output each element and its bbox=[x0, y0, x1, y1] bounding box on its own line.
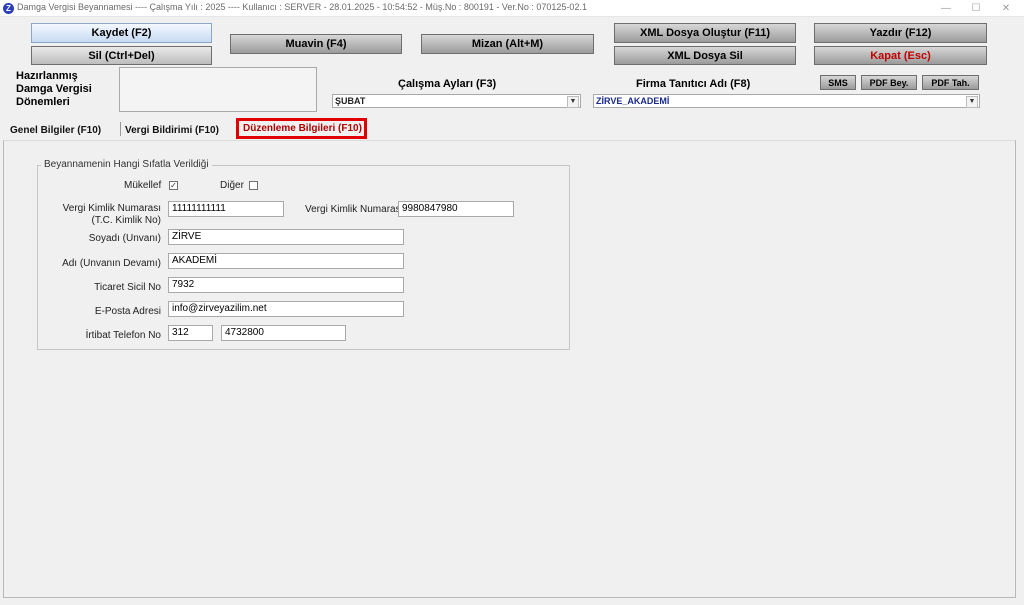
surname-label: Soyadı (Unvanı) bbox=[88, 233, 161, 244]
close-button[interactable]: Kapat (Esc) bbox=[814, 46, 987, 65]
work-months-value: ŞUBAT bbox=[335, 96, 366, 106]
delete-button[interactable]: Sil (Ctrl+Del) bbox=[31, 46, 212, 65]
taxpayer-label: Mükellef bbox=[124, 180, 162, 191]
work-months-select[interactable]: ŞUBAT ▼ bbox=[332, 94, 581, 108]
app-logo-icon: Z bbox=[3, 3, 14, 14]
vkn-label: Vergi Kimlik Numarası bbox=[305, 204, 404, 215]
trade-register-field[interactable]: 7932 bbox=[168, 277, 404, 293]
maximize-icon[interactable]: ☐ bbox=[962, 0, 990, 17]
surname-field[interactable]: ZİRVE bbox=[168, 229, 404, 245]
phone-number-field[interactable]: 4732800 bbox=[221, 325, 346, 341]
xml-delete-button[interactable]: XML Dosya Sil bbox=[614, 46, 796, 65]
prepared-periods-label: Hazırlanmış Damga Vergisi Dönemleri bbox=[16, 70, 92, 108]
trade-register-label: Ticaret Sicil No bbox=[94, 282, 161, 293]
xml-create-button[interactable]: XML Dosya Oluştur (F11) bbox=[614, 23, 796, 43]
name-field[interactable]: AKADEMİ bbox=[168, 253, 404, 269]
muavin-button[interactable]: Muavin (F4) bbox=[230, 34, 402, 54]
tckn-field[interactable]: 11111111111 bbox=[168, 201, 284, 217]
name-label: Adı (Unvanın Devamı) bbox=[62, 258, 161, 269]
company-label: Firma Tanıtıcı Adı (F8) bbox=[636, 78, 751, 90]
other-checkbox[interactable] bbox=[249, 181, 258, 190]
sms-button[interactable]: SMS bbox=[820, 75, 856, 90]
role-group-title: Beyannamenin Hangi Sıfatla Verildiği bbox=[41, 159, 212, 170]
phone-area-field[interactable]: 312 bbox=[168, 325, 213, 341]
tab-divider bbox=[120, 122, 121, 136]
save-button[interactable]: Kaydet (F2) bbox=[31, 23, 212, 43]
prepared-periods-list[interactable] bbox=[119, 67, 317, 112]
pdf-tah-button[interactable]: PDF Tah. bbox=[922, 75, 979, 90]
taxpayer-checkbox[interactable]: ✓ bbox=[169, 181, 178, 190]
chevron-down-icon[interactable]: ▼ bbox=[567, 96, 579, 108]
email-field[interactable]: info@zirveyazilim.net bbox=[168, 301, 404, 317]
company-select[interactable]: ZİRVE_AKADEMİ ▼ bbox=[593, 94, 980, 108]
tab-tax-return[interactable]: Vergi Bildirimi (F10) bbox=[125, 125, 219, 136]
tab-arrangement-info[interactable]: Düzenleme Bilgileri (F10) bbox=[243, 123, 362, 134]
phone-label: İrtibat Telefon No bbox=[85, 330, 161, 341]
chevron-down-icon[interactable]: ▼ bbox=[966, 96, 978, 108]
tab-general-info[interactable]: Genel Bilgiler (F10) bbox=[10, 125, 101, 136]
mizan-button[interactable]: Mizan (Alt+M) bbox=[421, 34, 594, 54]
minimize-icon[interactable]: — bbox=[932, 0, 960, 17]
work-months-label: Çalışma Ayları (F3) bbox=[398, 78, 497, 90]
pdf-bey-button[interactable]: PDF Bey. bbox=[861, 75, 917, 90]
other-label: Diğer bbox=[220, 180, 244, 191]
tckn-label: Vergi Kimlik Numarası bbox=[62, 203, 161, 214]
email-label: E-Posta Adresi bbox=[94, 306, 161, 317]
tckn-sublabel: (T.C. Kimlik No) bbox=[91, 215, 161, 226]
print-button[interactable]: Yazdır (F12) bbox=[814, 23, 987, 43]
vkn-field[interactable]: 9980847980 bbox=[398, 201, 514, 217]
window-title: Damga Vergisi Beyannamesi ---- Çalışma Y… bbox=[17, 2, 587, 12]
close-window-icon[interactable]: ✕ bbox=[992, 0, 1020, 17]
company-value: ZİRVE_AKADEMİ bbox=[596, 96, 670, 106]
